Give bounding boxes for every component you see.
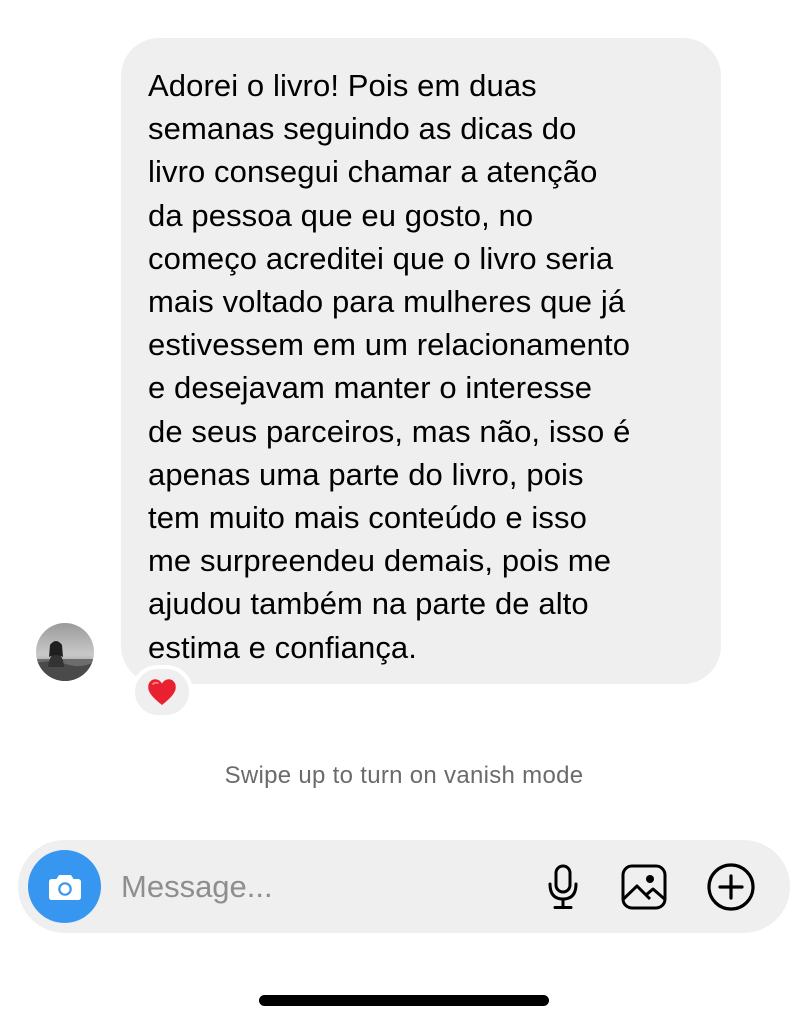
message-composer	[18, 840, 790, 933]
sender-avatar[interactable]	[36, 623, 94, 681]
camera-icon	[48, 874, 81, 900]
vanish-mode-hint: Swipe up to turn on vanish mode	[224, 762, 584, 789]
avatar-photo-icon	[36, 623, 94, 681]
microphone-button[interactable]	[538, 862, 588, 912]
plus-circle-icon	[707, 863, 755, 911]
message-bubble[interactable]: Adorei o livro! Pois em duas semanas seg…	[121, 38, 721, 684]
message-input[interactable]	[121, 864, 521, 910]
camera-button[interactable]	[28, 850, 101, 923]
chat-screen: Adorei o livro! Pois em duas semanas seg…	[0, 0, 808, 1024]
gallery-button[interactable]	[619, 862, 669, 912]
home-indicator[interactable]	[259, 995, 549, 1006]
red-heart-icon	[148, 679, 176, 705]
add-button[interactable]	[706, 862, 756, 912]
message-text: Adorei o livro! Pois em duas semanas seg…	[148, 68, 631, 665]
heart-reaction[interactable]: ❤️	[131, 665, 193, 719]
microphone-icon	[548, 864, 578, 909]
image-gallery-icon	[621, 864, 667, 910]
